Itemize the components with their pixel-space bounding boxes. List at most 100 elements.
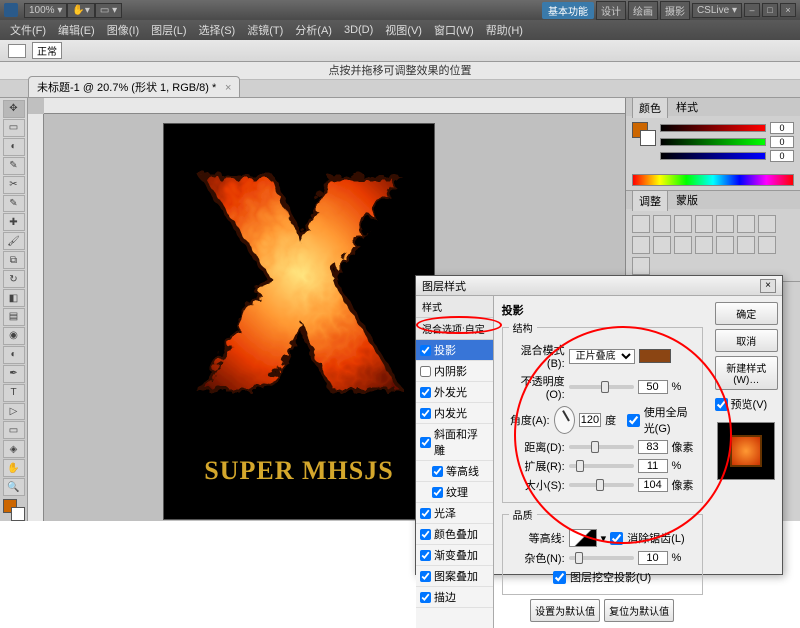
fx-outer-glow[interactable]: 外发光: [416, 382, 493, 403]
3d-tool[interactable]: ◈: [3, 440, 25, 458]
blur-tool[interactable]: ◉: [3, 327, 25, 345]
adj-icon[interactable]: [758, 215, 776, 233]
r-slider[interactable]: [660, 124, 766, 132]
angle-dial[interactable]: [554, 406, 575, 434]
adj-icon[interactable]: [653, 236, 671, 254]
dialog-titlebar[interactable]: 图层样式 ×: [416, 276, 782, 296]
adj-icon[interactable]: [716, 236, 734, 254]
b-value[interactable]: 0: [770, 150, 794, 162]
adj-icon[interactable]: [737, 215, 755, 233]
adj-icon[interactable]: [716, 215, 734, 233]
dialog-close-button[interactable]: ×: [760, 279, 776, 293]
tab-masks[interactable]: 蒙版: [676, 192, 698, 208]
panel-color-swatch[interactable]: [632, 122, 656, 146]
distance-slider[interactable]: [569, 445, 634, 449]
adj-icon[interactable]: [632, 236, 650, 254]
history-brush-tool[interactable]: ↻: [3, 270, 25, 288]
document[interactable]: SUPER MHSJS: [164, 124, 434, 519]
workspace-photo[interactable]: 摄影: [660, 1, 690, 20]
tool-preset-icon[interactable]: [8, 44, 26, 58]
workspace-paint[interactable]: 绘画: [628, 1, 658, 20]
antialias-check[interactable]: [610, 532, 623, 545]
cslive-menu[interactable]: CSLive ▾: [692, 3, 742, 18]
maximize-button[interactable]: □: [762, 3, 778, 17]
eraser-tool[interactable]: ◧: [3, 289, 25, 307]
menu-window[interactable]: 窗口(W): [428, 20, 480, 40]
blendmode-select[interactable]: 正片叠底: [569, 349, 635, 364]
fx-stroke-check[interactable]: [420, 592, 431, 603]
fx-stroke[interactable]: 描边: [416, 587, 493, 608]
shape-tool[interactable]: ▭: [3, 421, 25, 439]
menu-3d[interactable]: 3D(D): [338, 22, 379, 38]
opacity-value[interactable]: 50: [638, 380, 668, 394]
zoom-menu[interactable]: 100% ▾: [24, 3, 67, 18]
menu-select[interactable]: 选择(S): [193, 20, 242, 40]
noise-value[interactable]: 10: [638, 551, 668, 565]
noise-slider[interactable]: [569, 556, 634, 560]
adj-icon[interactable]: [695, 215, 713, 233]
g-value[interactable]: 0: [770, 136, 794, 148]
b-slider[interactable]: [660, 152, 766, 160]
workspace-essentials[interactable]: 基本功能: [542, 2, 594, 19]
angle-value[interactable]: 120: [579, 413, 601, 427]
adj-icon[interactable]: [632, 215, 650, 233]
gradient-tool[interactable]: ▤: [3, 308, 25, 326]
brush-tool[interactable]: 🖌: [3, 232, 25, 250]
fx-inner-shadow-check[interactable]: [420, 366, 431, 377]
marquee-tool[interactable]: ▭: [3, 119, 25, 137]
cancel-button[interactable]: 取消: [715, 329, 778, 352]
fx-inner-shadow[interactable]: 内阴影: [416, 361, 493, 382]
contour-picker[interactable]: [569, 529, 597, 547]
adj-icon[interactable]: [695, 236, 713, 254]
fx-bevel-check[interactable]: [420, 437, 431, 448]
fx-drop-shadow-check[interactable]: [420, 345, 431, 356]
dodge-tool[interactable]: ◐: [3, 346, 25, 364]
path-tool[interactable]: ▷: [3, 403, 25, 421]
fx-inner-glow-check[interactable]: [420, 408, 431, 419]
fx-outer-glow-check[interactable]: [420, 387, 431, 398]
menu-analysis[interactable]: 分析(A): [289, 20, 338, 40]
hand-tool[interactable]: ✋: [3, 459, 25, 477]
reset-default-button[interactable]: 复位为默认值: [604, 599, 674, 622]
fx-patt-overlay-check[interactable]: [420, 571, 431, 582]
fx-styles-header[interactable]: 样式: [416, 296, 493, 318]
global-light-check[interactable]: [627, 414, 640, 427]
fx-satin-check[interactable]: [420, 508, 431, 519]
adj-icon[interactable]: [674, 236, 692, 254]
spread-value[interactable]: 11: [638, 459, 668, 473]
adj-icon[interactable]: [632, 257, 650, 275]
move-tool[interactable]: ✥: [3, 100, 25, 118]
fx-grad-overlay-check[interactable]: [420, 550, 431, 561]
adj-icon[interactable]: [737, 236, 755, 254]
opacity-slider[interactable]: [569, 385, 634, 389]
color-swatches[interactable]: [3, 499, 25, 521]
fx-texture-check[interactable]: [432, 487, 443, 498]
spread-slider[interactable]: [569, 464, 634, 468]
stamp-tool[interactable]: ⧉: [3, 251, 25, 269]
screenmode-menu[interactable]: ▭ ▾: [95, 3, 122, 18]
blend-mode-select[interactable]: 正常: [32, 42, 62, 59]
document-tab[interactable]: 未标题-1 @ 20.7% (形状 1, RGB/8) * ×: [28, 76, 240, 97]
menu-help[interactable]: 帮助(H): [480, 20, 529, 40]
lasso-tool[interactable]: ◐: [3, 138, 25, 156]
fx-grad-overlay[interactable]: 渐变叠加: [416, 545, 493, 566]
menu-image[interactable]: 图像(I): [101, 20, 145, 40]
menu-edit[interactable]: 编辑(E): [52, 20, 101, 40]
hand-menu[interactable]: ✋▾: [67, 3, 94, 18]
preview-check[interactable]: [715, 398, 728, 411]
minimize-button[interactable]: –: [744, 3, 760, 17]
fx-color-overlay[interactable]: 颜色叠加: [416, 524, 493, 545]
background-swatch[interactable]: [11, 507, 25, 521]
distance-value[interactable]: 83: [638, 440, 668, 454]
fx-color-overlay-check[interactable]: [420, 529, 431, 540]
g-slider[interactable]: [660, 138, 766, 146]
fx-drop-shadow[interactable]: 投影: [416, 340, 493, 361]
crop-tool[interactable]: ✂: [3, 176, 25, 194]
menu-view[interactable]: 视图(V): [379, 20, 428, 40]
menu-file[interactable]: 文件(F): [4, 20, 52, 40]
fx-inner-glow[interactable]: 内发光: [416, 403, 493, 424]
fx-contour-check[interactable]: [432, 466, 443, 477]
adj-icon[interactable]: [674, 215, 692, 233]
tab-styles[interactable]: 样式: [676, 99, 698, 115]
close-tab-icon[interactable]: ×: [225, 82, 231, 94]
